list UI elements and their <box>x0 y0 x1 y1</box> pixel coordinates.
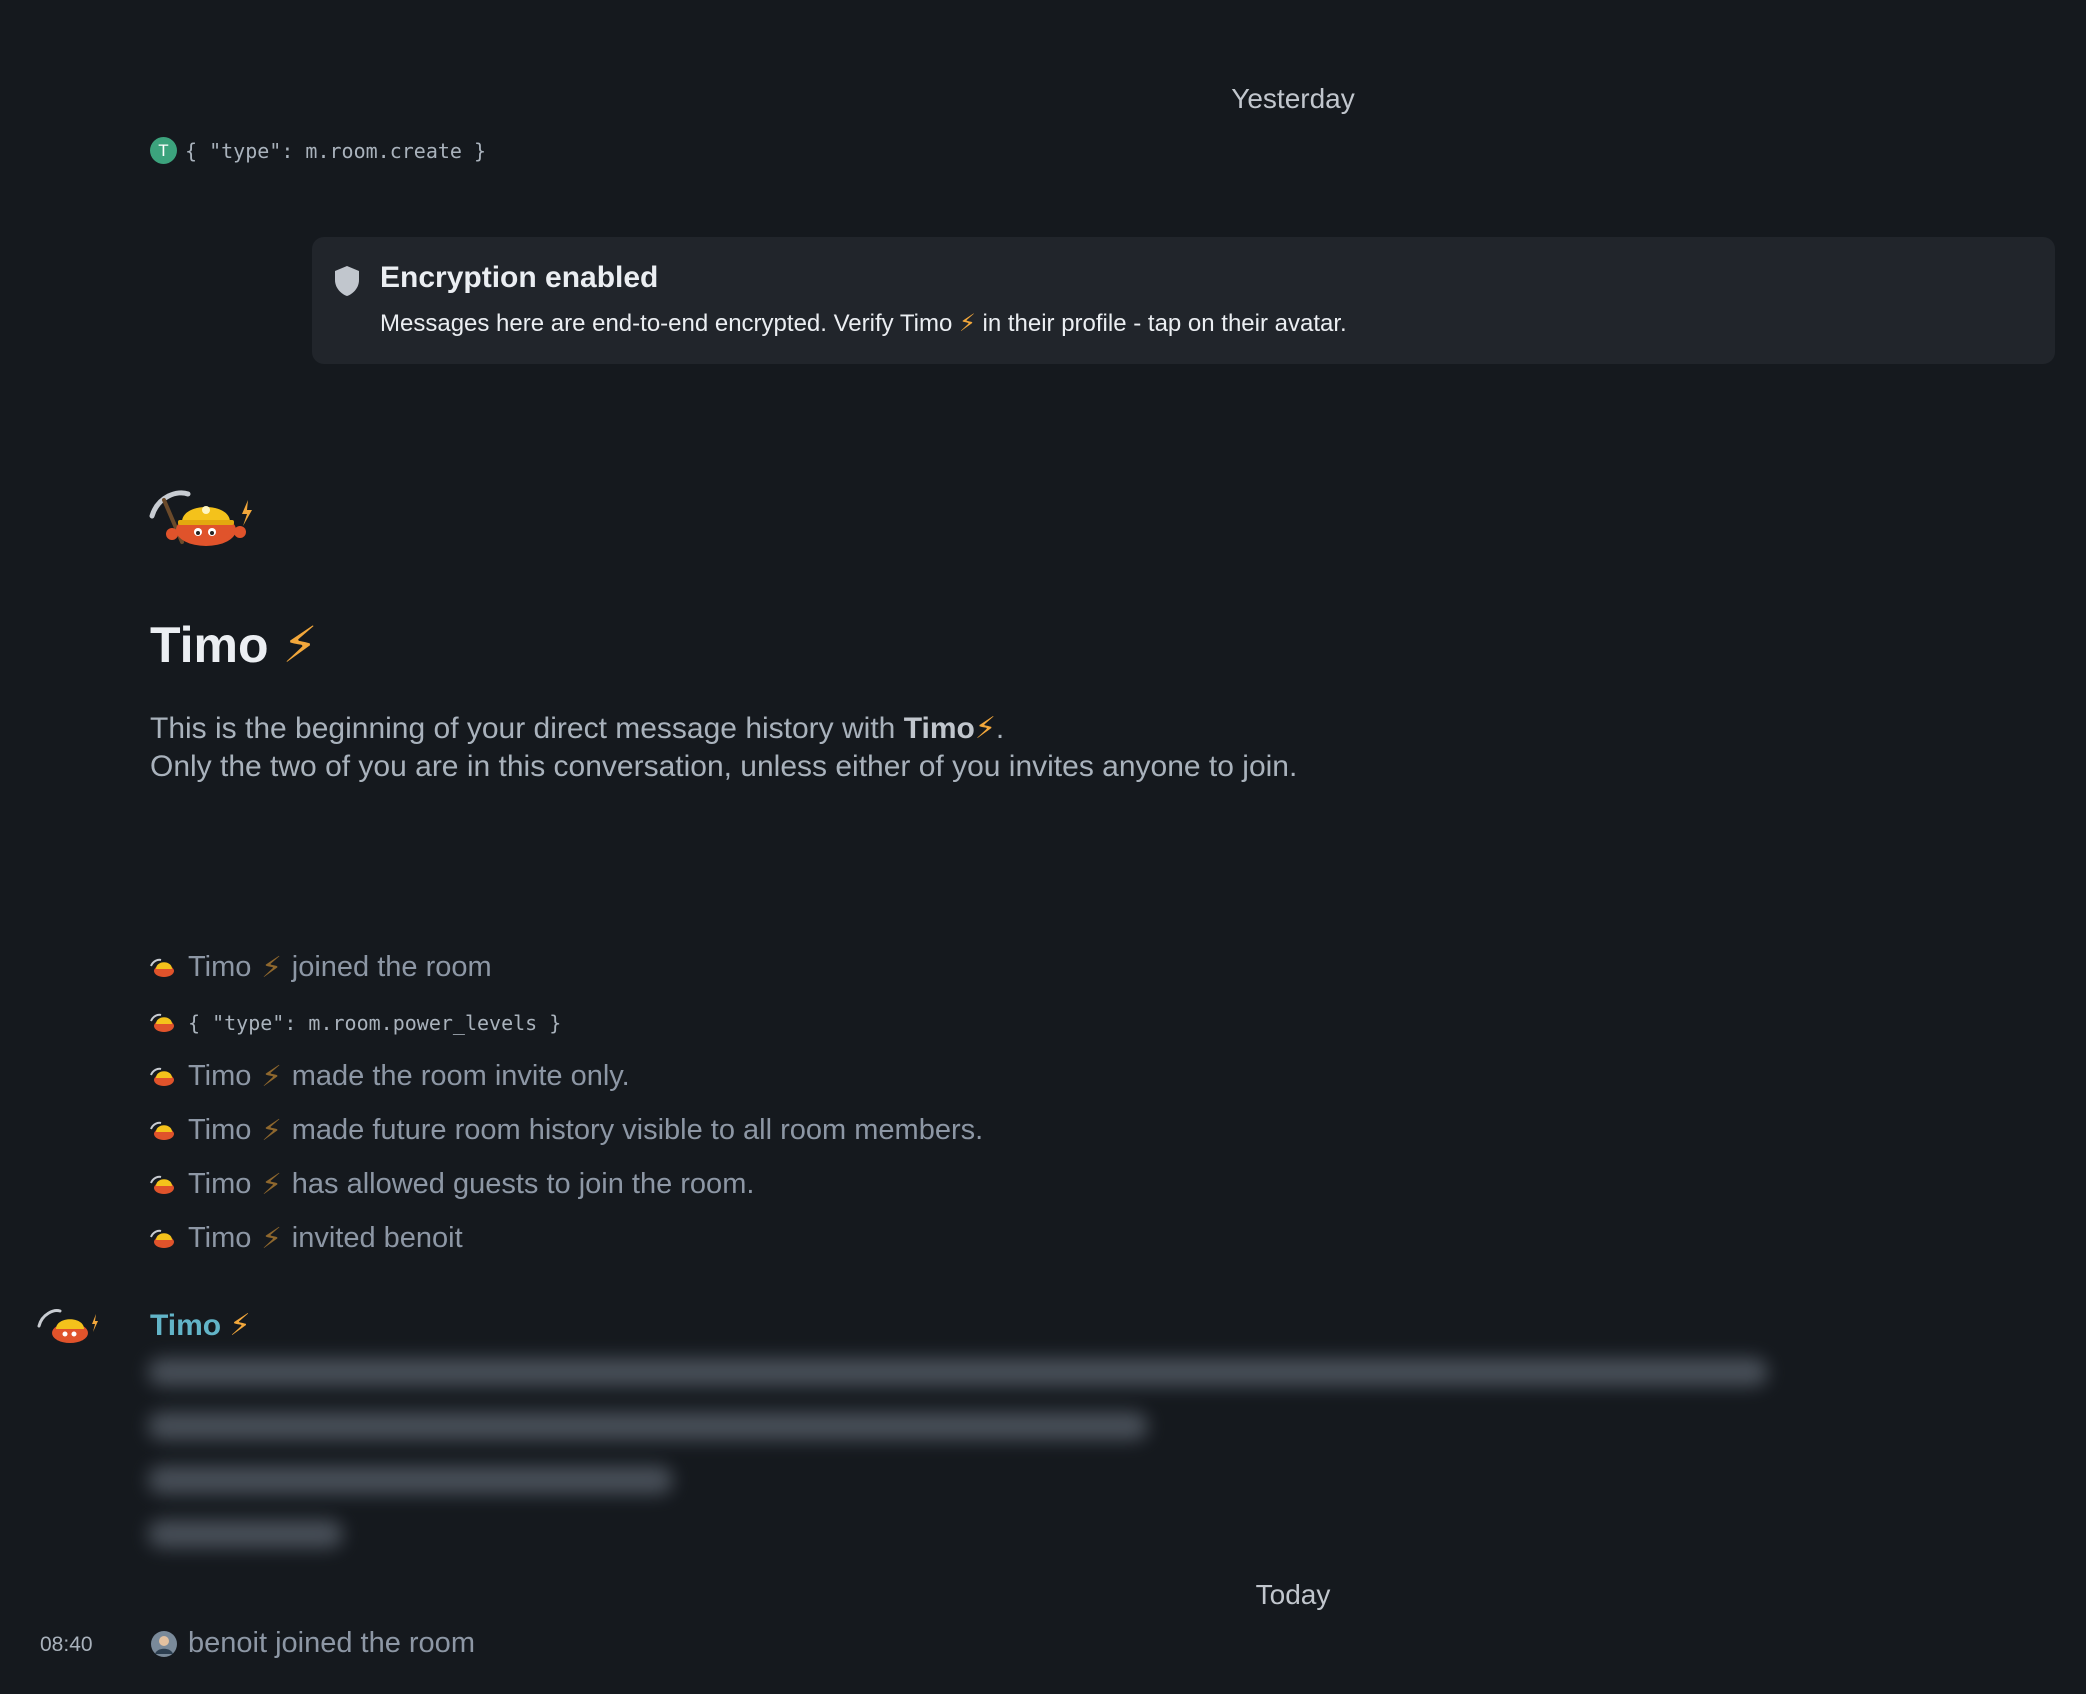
state-event[interactable]: Timo ⚡ has allowed guests to join the room… <box>150 1167 754 1202</box>
state-event-raw[interactable]: { "type": m.room.power_levels } <box>150 1011 561 1035</box>
room-timeline: Yesterday T { "type": m.room.create } En… <box>0 0 2086 1694</box>
crab-miner-avatar[interactable] <box>150 1013 178 1033</box>
crab-miner-avatar[interactable] <box>150 1229 178 1249</box>
event-text: { "type": m.room.create } <box>185 138 487 163</box>
blurred-line <box>148 1358 1768 1386</box>
message-sender[interactable]: Timo ⚡ <box>150 1308 251 1343</box>
crab-miner-avatar[interactable] <box>150 1067 178 1087</box>
crab-miner-avatar[interactable] <box>148 486 256 550</box>
date-separator-yesterday: Yesterday <box>1231 83 1355 114</box>
date-separator-today: Today <box>1255 1579 1331 1610</box>
encryption-body: Messages here are end-to-end encrypted. … <box>380 310 1347 337</box>
shield-icon <box>335 266 359 296</box>
room-title: Timo ⚡ <box>150 617 318 673</box>
sender-avatar[interactable] <box>36 1306 100 1346</box>
crab-miner-avatar[interactable] <box>150 1121 178 1141</box>
event-timestamp: 08:40 <box>40 1633 93 1656</box>
state-event[interactable]: Timo ⚡ joined the room <box>150 950 492 985</box>
avatar[interactable]: T <box>150 137 177 164</box>
room-create-event[interactable]: T { "type": m.room.create } <box>150 137 486 164</box>
room-intro-text: This is the beginning of your direct mes… <box>150 712 1298 783</box>
state-event[interactable]: benoit joined the room <box>150 1627 475 1660</box>
encryption-notice: Encryption enabled Messages here are end… <box>312 237 2055 364</box>
crab-miner-avatar[interactable] <box>150 958 178 978</box>
state-event[interactable]: Timo ⚡ invited benoit <box>150 1221 463 1256</box>
blurred-line <box>148 1466 673 1494</box>
blurred-line <box>148 1520 343 1548</box>
crab-miner-avatar[interactable] <box>150 1175 178 1195</box>
state-event[interactable]: Timo ⚡ made the room invite only. <box>150 1059 630 1094</box>
blurred-line <box>148 1412 1148 1440</box>
state-event[interactable]: Timo ⚡ made future room history visible to… <box>150 1113 983 1148</box>
encryption-title: Encryption enabled <box>380 261 659 294</box>
user-avatar[interactable] <box>150 1630 178 1658</box>
message-body-blurred[interactable] <box>148 1350 1778 1575</box>
